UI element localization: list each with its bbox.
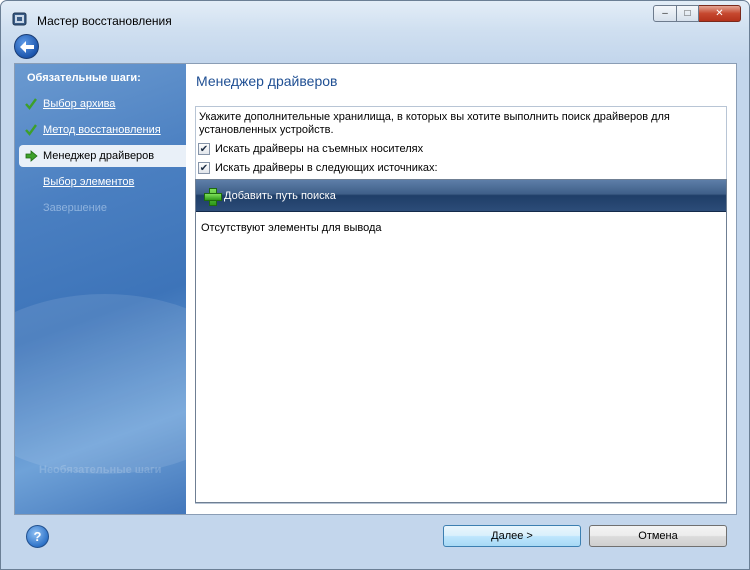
- back-button[interactable]: [14, 34, 39, 59]
- window-title: Мастер восстановления: [37, 14, 172, 28]
- wizard-window: Мастер восстановления ‒ □ ✕ Обязательные…: [0, 0, 750, 570]
- help-button[interactable]: ?: [26, 525, 49, 548]
- back-arrow-icon: [19, 40, 34, 53]
- search-sources-checkbox-row[interactable]: ✔ Искать драйверы в следующих источниках…: [198, 162, 438, 174]
- checkbox-label: Искать драйверы в следующих источниках:: [215, 162, 438, 174]
- checkbox-label: Искать драйверы на съемных носителях: [215, 143, 424, 155]
- step-archive-selection[interactable]: Выбор архива: [19, 93, 186, 115]
- wizard-client-area: Обязательные шаги: Выбор архива Метод во…: [14, 63, 737, 515]
- step-item-selection[interactable]: Выбор элементов: [19, 171, 186, 193]
- list-toolbar: Добавить путь поиска: [196, 180, 726, 212]
- main-content: Менеджер драйверов Укажите дополнительны…: [186, 64, 736, 514]
- step-label: Выбор элементов: [43, 176, 135, 188]
- description-text: Укажите дополнительные хранилища, в кото…: [199, 111, 670, 136]
- help-icon: ?: [33, 529, 42, 544]
- removable-media-checkbox[interactable]: ✔: [198, 143, 210, 155]
- step-label: Менеджер драйверов: [43, 150, 155, 162]
- step-label: Метод восстановления: [43, 124, 161, 136]
- step-label: Завершение: [43, 202, 107, 214]
- empty-list-message: Отсутствуют элементы для вывода: [201, 222, 382, 234]
- add-search-path-label: Добавить путь поиска: [224, 190, 336, 202]
- close-button[interactable]: ✕: [699, 5, 741, 22]
- step-recovery-method[interactable]: Метод восстановления: [19, 119, 186, 141]
- required-steps-heading: Обязательные шаги:: [27, 72, 141, 84]
- steps-sidebar: Обязательные шаги: Выбор архива Метод во…: [15, 64, 186, 514]
- button-bar: ? Далее > Отмена: [1, 517, 749, 569]
- add-search-path-button[interactable]: Добавить путь поиска: [204, 188, 336, 206]
- page-title: Менеджер драйверов: [196, 73, 338, 89]
- removable-media-checkbox-row[interactable]: ✔ Искать драйверы на съемных носителях: [198, 143, 423, 155]
- next-button[interactable]: Далее >: [443, 525, 581, 547]
- search-paths-list: Добавить путь поиска Отсутствуют элемент…: [195, 179, 727, 503]
- minimize-button[interactable]: ‒: [653, 5, 677, 22]
- caption-buttons: ‒ □ ✕: [653, 5, 741, 24]
- app-icon: [12, 12, 27, 26]
- title-bar[interactable]: Мастер восстановления ‒ □ ✕: [1, 1, 749, 33]
- checkmark-icon: [23, 96, 39, 112]
- maximize-button[interactable]: □: [677, 5, 699, 22]
- cancel-button[interactable]: Отмена: [589, 525, 727, 547]
- step-driver-manager[interactable]: Менеджер драйверов: [19, 145, 186, 167]
- plus-icon: [204, 188, 222, 206]
- arrow-right-icon: [23, 148, 39, 164]
- step-label: Выбор архива: [43, 98, 116, 110]
- checkmark-icon: [23, 122, 39, 138]
- step-finish: Завершение: [19, 197, 186, 219]
- optional-steps-heading: Необязательные шаги: [39, 464, 162, 476]
- search-sources-checkbox[interactable]: ✔: [198, 162, 210, 174]
